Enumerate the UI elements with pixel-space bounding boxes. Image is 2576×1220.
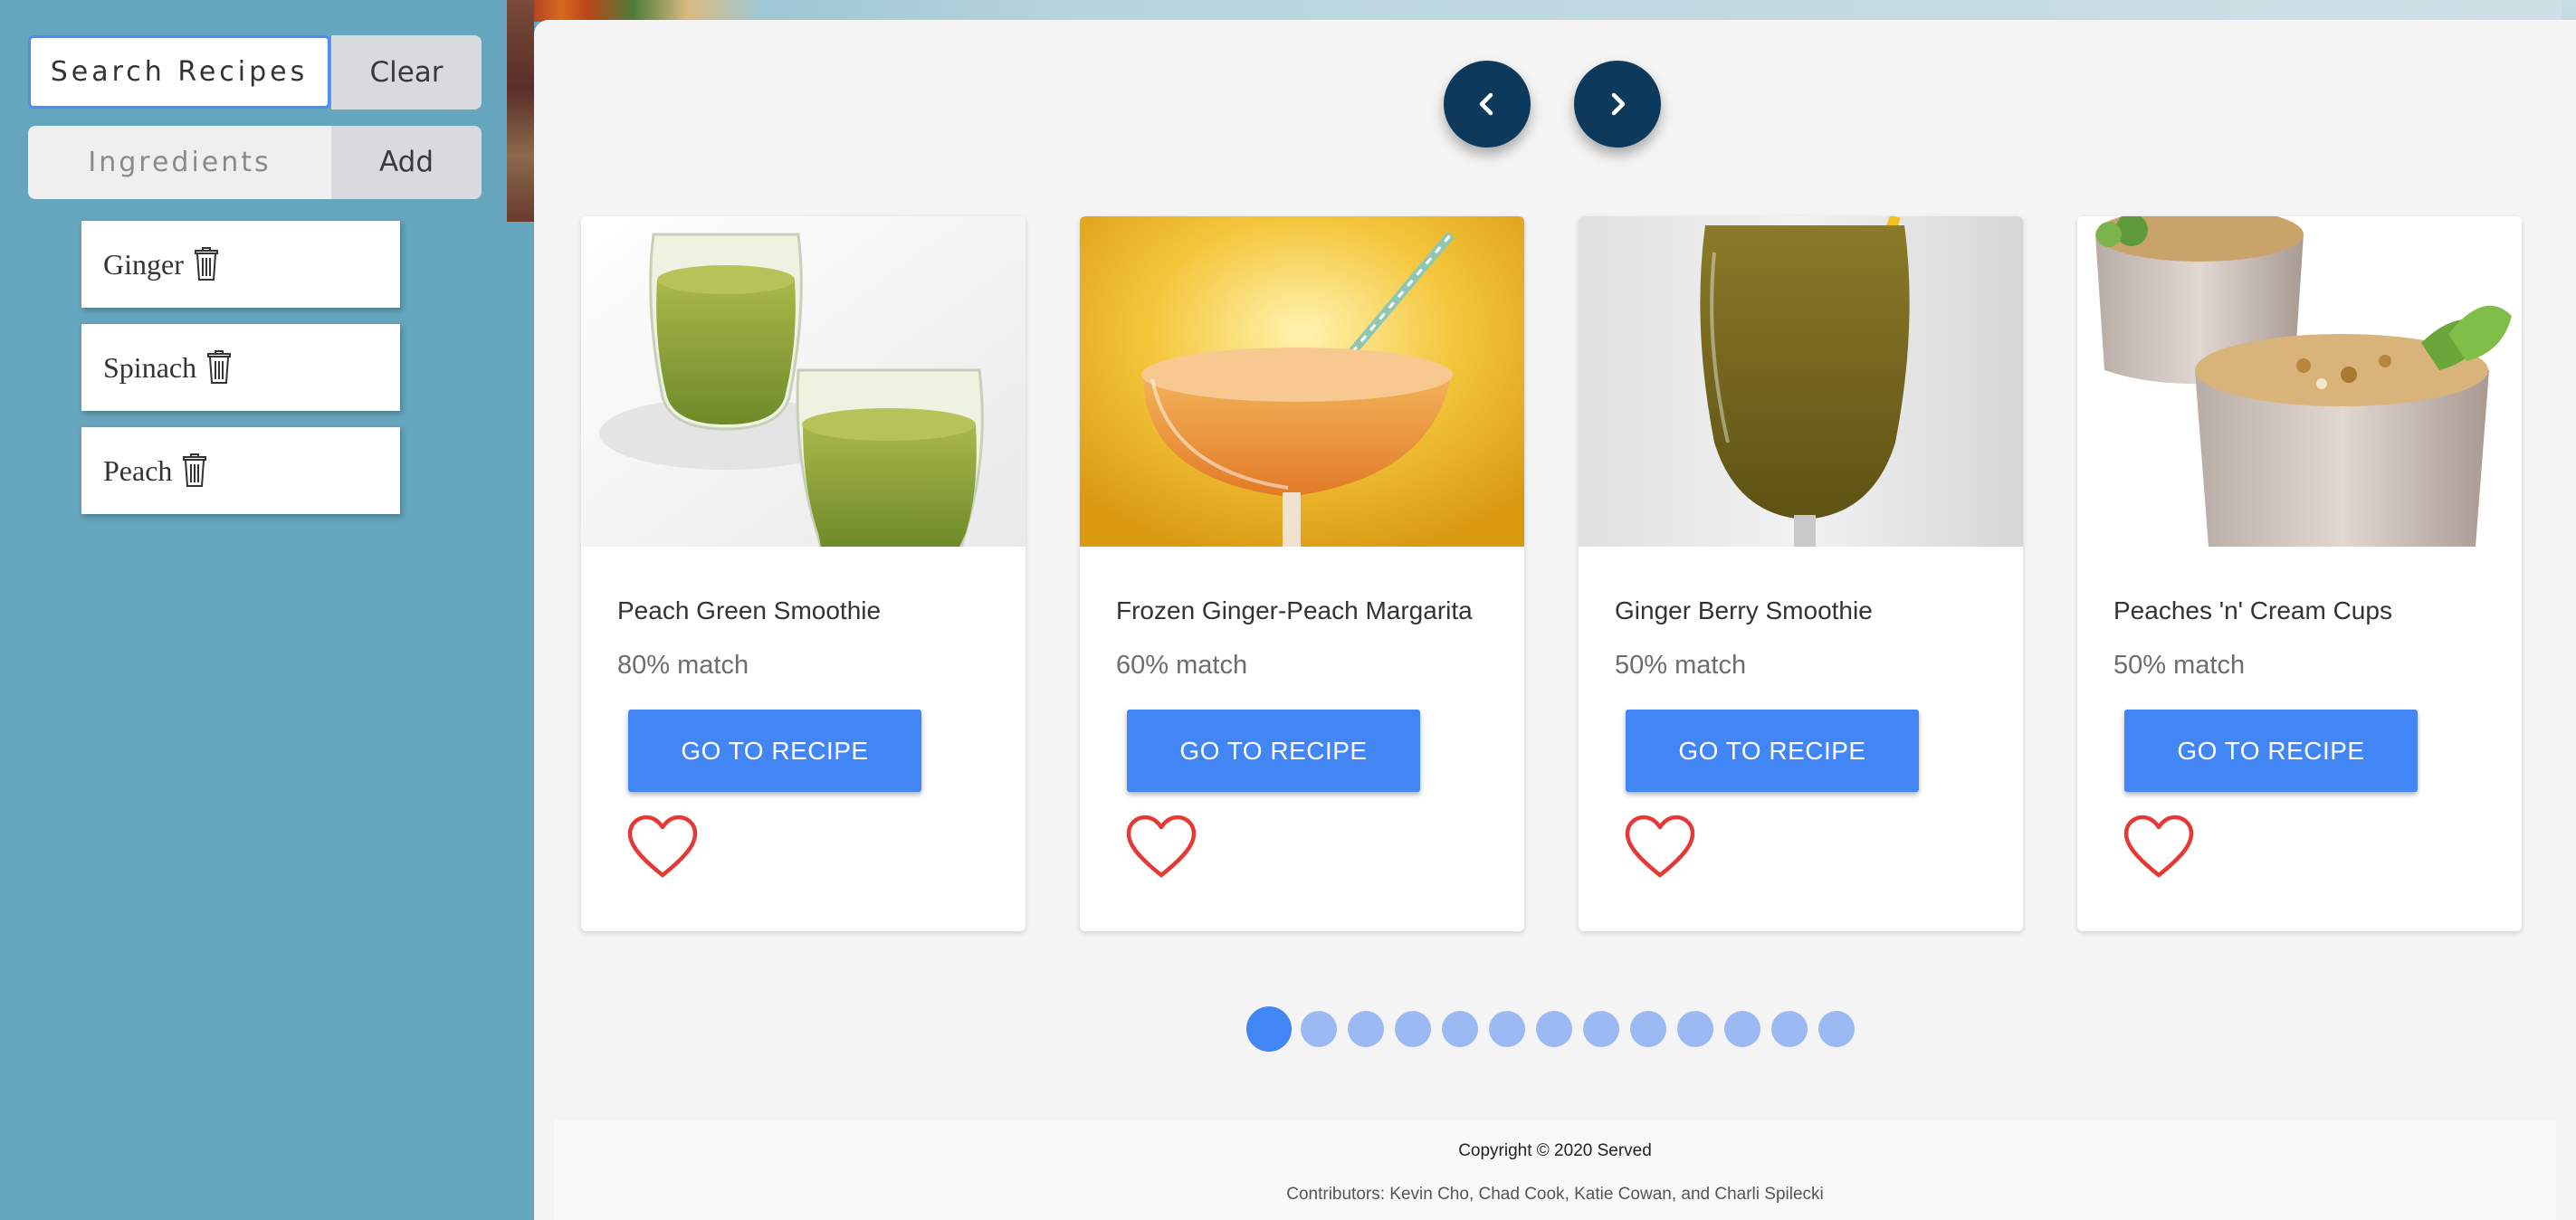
- ingredient-chip: Ginger: [81, 221, 400, 308]
- recipe-title: Peaches 'n' Cream Cups: [2113, 596, 2392, 624]
- trash-icon[interactable]: [193, 247, 220, 281]
- ingredients-input[interactable]: Ingredients: [28, 126, 331, 199]
- pagination-dot[interactable]: [1583, 1011, 1619, 1047]
- pagination-dot[interactable]: [1630, 1011, 1666, 1047]
- ingredient-label: Peach: [103, 453, 173, 487]
- go-to-recipe-button[interactable]: GO TO RECIPE: [628, 710, 921, 792]
- background-image-edge: [507, 0, 534, 222]
- pagination-dot[interactable]: [1442, 1011, 1478, 1047]
- match-percentage: 50% match: [2113, 651, 2246, 680]
- chevron-right-icon: [1611, 92, 1626, 116]
- contributors-text: Contributors: Kevin Cho, Chad Cook, Kati…: [1286, 1185, 1824, 1204]
- results-panel: Peach Green Smoothie 80% match GO TO REC…: [534, 20, 2576, 1220]
- recipe-image: [2077, 216, 2522, 547]
- recipe-title: Frozen Ginger-Peach Margarita: [1116, 596, 1473, 624]
- match-percentage: 50% match: [1615, 651, 1747, 680]
- pagination-dot-active[interactable]: [1246, 1006, 1292, 1052]
- match-percentage: 80% match: [617, 651, 749, 680]
- go-to-recipe-button[interactable]: GO TO RECIPE: [1127, 710, 1420, 792]
- pagination-dot[interactable]: [1489, 1011, 1525, 1047]
- pagination-dot[interactable]: [1536, 1011, 1572, 1047]
- search-recipes-button[interactable]: Search Recipes: [28, 35, 330, 109]
- recipe-card: Ginger Berry Smoothie 50% match GO TO RE…: [1579, 216, 2023, 931]
- pagination-dot[interactable]: [1348, 1011, 1384, 1047]
- carousel-prev-button[interactable]: [1444, 61, 1531, 148]
- carousel-next-button[interactable]: [1574, 61, 1661, 148]
- trash-icon[interactable]: [181, 453, 208, 488]
- add-ingredient-button[interactable]: Add: [331, 126, 482, 199]
- ingredient-chip: Spinach: [81, 324, 400, 411]
- pagination-dot[interactable]: [1301, 1011, 1337, 1047]
- pagination-dot[interactable]: [1395, 1011, 1431, 1047]
- chevron-left-icon: [1479, 92, 1493, 116]
- go-to-recipe-button[interactable]: GO TO RECIPE: [1626, 710, 1919, 792]
- copyright-text: Copyright © 2020 Served: [1458, 1141, 1652, 1160]
- recipe-card: Peaches 'n' Cream Cups 50% match GO TO R…: [2077, 216, 2522, 931]
- pagination-dot[interactable]: [1771, 1011, 1808, 1047]
- recipe-image: [1080, 216, 1524, 547]
- clear-button[interactable]: Clear: [331, 35, 482, 110]
- pagination-dot[interactable]: [1677, 1011, 1713, 1047]
- go-to-recipe-button[interactable]: GO TO RECIPE: [2124, 710, 2418, 792]
- ingredient-chip: Peach: [81, 427, 400, 514]
- heart-icon[interactable]: [1125, 814, 1197, 881]
- heart-icon[interactable]: [1624, 814, 1696, 881]
- match-percentage: 60% match: [1116, 651, 1248, 680]
- heart-icon[interactable]: [626, 814, 699, 881]
- pagination-dot[interactable]: [1818, 1011, 1855, 1047]
- recipe-image: [1579, 216, 2023, 547]
- recipe-card: Peach Green Smoothie 80% match GO TO REC…: [581, 216, 1026, 931]
- ingredient-label: Spinach: [103, 350, 197, 384]
- footer: Copyright © 2020 Served Contributors: Ke…: [554, 1120, 2556, 1220]
- sidebar: Search Recipes Clear Ingredients Add Gin…: [0, 0, 523, 1220]
- recipe-card: Frozen Ginger-Peach Margarita 60% match …: [1080, 216, 1524, 931]
- recipe-title: Ginger Berry Smoothie: [1615, 596, 1873, 624]
- heart-icon[interactable]: [2123, 814, 2195, 881]
- recipe-image: [581, 216, 1026, 547]
- trash-icon[interactable]: [205, 350, 233, 385]
- pagination-dot[interactable]: [1724, 1011, 1760, 1047]
- ingredient-label: Ginger: [103, 247, 184, 281]
- carousel-pagination: [1246, 1006, 1865, 1053]
- recipe-title: Peach Green Smoothie: [617, 596, 882, 624]
